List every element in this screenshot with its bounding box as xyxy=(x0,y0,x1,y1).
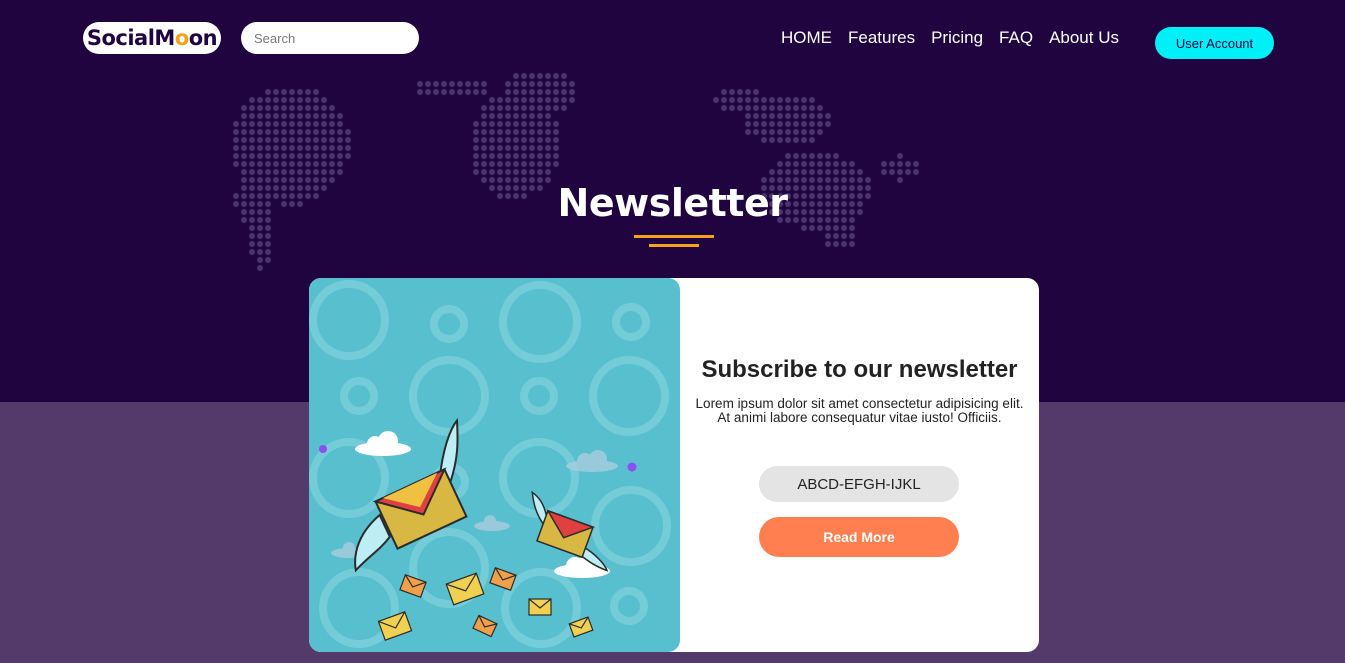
user-account-button[interactable]: User Account xyxy=(1155,27,1274,59)
flying-envelopes-image xyxy=(309,280,671,648)
newsletter-card: Subscribe to our newsletter Lorem ipsum … xyxy=(309,278,1039,652)
logo[interactable]: SocialM o on xyxy=(83,22,221,54)
card-title: Subscribe to our newsletter xyxy=(701,356,1018,383)
code-field[interactable]: ABCD-EFGH-IJKL xyxy=(759,466,959,502)
nav-pricing[interactable]: Pricing xyxy=(931,28,983,48)
main-nav: HOME Features Pricing FAQ About Us xyxy=(781,28,1119,48)
nav-faq[interactable]: FAQ xyxy=(999,28,1033,48)
search-input[interactable] xyxy=(241,22,419,54)
card-description: Lorem ipsum dolor sit amet consectetur a… xyxy=(695,396,1024,425)
title-underline-long xyxy=(634,235,714,238)
read-more-button[interactable]: Read More xyxy=(759,517,959,557)
page-title: Newsletter xyxy=(557,181,788,225)
logo-text-end: on xyxy=(188,26,218,50)
nav-about-us[interactable]: About Us xyxy=(1049,28,1119,48)
nav-home[interactable]: HOME xyxy=(781,28,832,48)
logo-text-start: SocialM xyxy=(86,26,175,50)
logo-text-accent: o xyxy=(174,26,189,50)
newsletter-illustration xyxy=(309,278,680,652)
card-content: Subscribe to our newsletter Lorem ipsum … xyxy=(680,278,1039,652)
nav-features[interactable]: Features xyxy=(848,28,915,48)
title-underline-short xyxy=(649,244,699,247)
